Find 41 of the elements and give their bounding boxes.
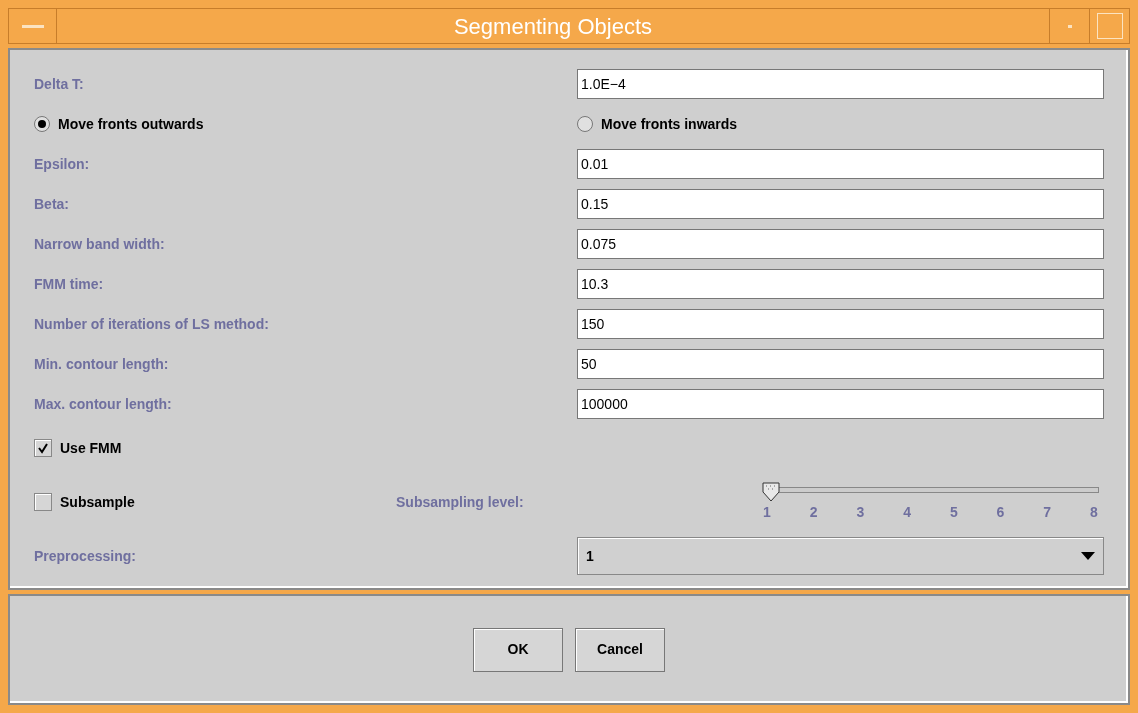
- radio-button[interactable]: [577, 116, 593, 132]
- tick-label: 5: [948, 502, 959, 522]
- checkbox[interactable]: [34, 493, 52, 511]
- slider-label: Subsampling level:: [396, 492, 525, 512]
- checkbox-label: Subsample: [60, 492, 135, 512]
- field-label: Min. contour length:: [34, 354, 170, 374]
- tick-label: 1: [762, 502, 772, 522]
- field-label: FMM time:: [34, 274, 105, 294]
- field-label: Preprocessing:: [34, 546, 137, 566]
- field-label: Epsilon:: [34, 154, 91, 174]
- field-label: Delta T:: [34, 74, 85, 94]
- input-field[interactable]: 100000: [577, 389, 1104, 419]
- field-label: Number of iterations of LS method:: [34, 314, 270, 334]
- tick-label: 8: [1089, 502, 1099, 522]
- field-label: Narrow band width:: [34, 234, 166, 254]
- dialog-button[interactable]: Cancel: [575, 627, 665, 672]
- slider-thumb[interactable]: [762, 481, 780, 502]
- tick-label: 2: [808, 502, 819, 522]
- input-field[interactable]: 150: [577, 309, 1104, 339]
- input-field[interactable]: 0.01: [577, 149, 1104, 179]
- field-label: Max. contour length:: [34, 394, 173, 414]
- checkbox[interactable]: [34, 439, 52, 457]
- input-field[interactable]: 50: [577, 349, 1104, 379]
- check-icon: [37, 442, 49, 454]
- tick-label: 6: [995, 502, 1006, 522]
- window-title: Segmenting Objects: [452, 12, 654, 41]
- radio-label: Move fronts inwards: [601, 114, 738, 134]
- tick-label: 4: [902, 502, 912, 522]
- checkbox-label: Use FMM: [60, 438, 122, 458]
- field-label: Beta:: [34, 194, 70, 214]
- radio-label: Move fronts outwards: [58, 114, 204, 134]
- input-field[interactable]: 1.0E−4: [577, 69, 1104, 99]
- input-field[interactable]: 0.15: [577, 189, 1104, 219]
- caret-icon: [1081, 552, 1095, 560]
- radio-button[interactable]: [34, 116, 50, 132]
- tick-label: 7: [1042, 502, 1053, 522]
- dialog-button[interactable]: OK: [473, 627, 563, 672]
- dropdown[interactable]: 1: [577, 537, 1104, 575]
- input-field[interactable]: 10.3: [577, 269, 1104, 299]
- tick-label: 3: [855, 502, 866, 522]
- input-field[interactable]: 0.075: [577, 229, 1104, 259]
